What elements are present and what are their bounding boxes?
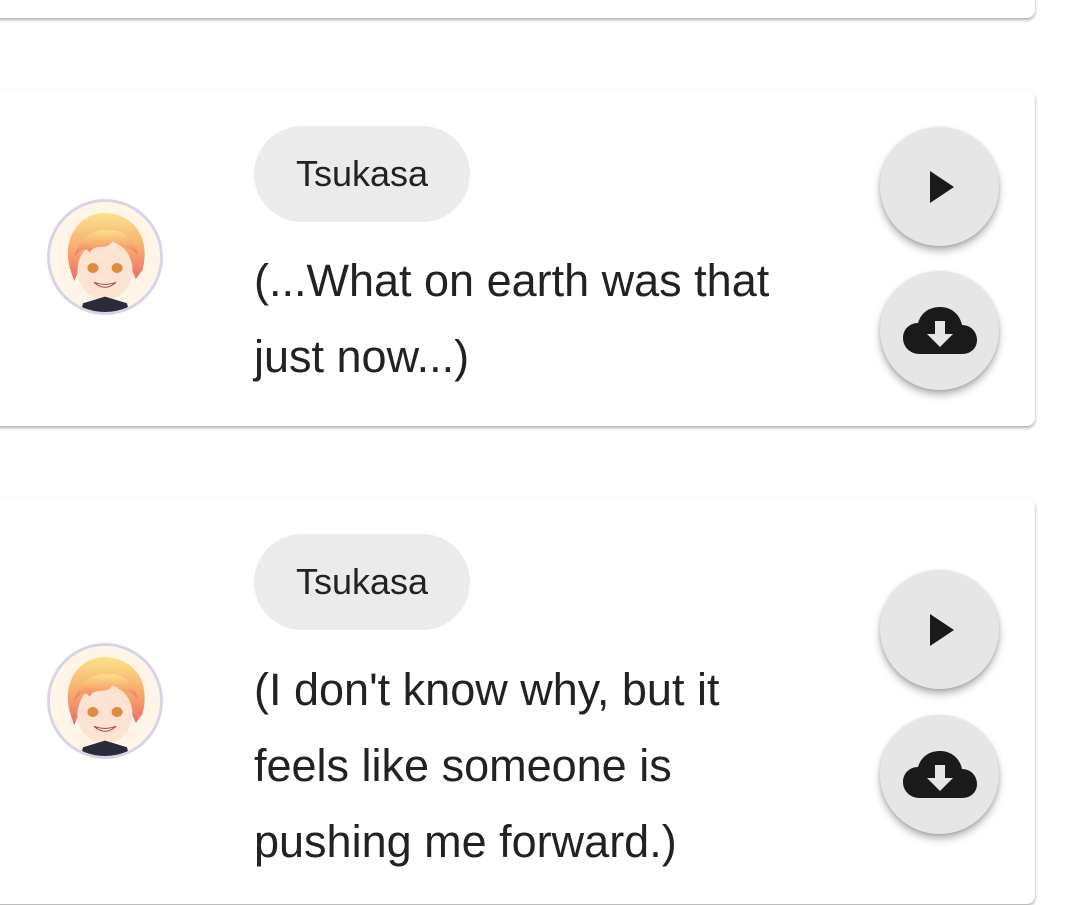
message-card: Tsukasa (...What on earth was that just … [0,90,1035,426]
previous-message-card [0,0,1035,18]
play-button[interactable] [880,127,999,246]
avatar [47,199,163,315]
avatar [47,643,163,759]
download-button[interactable] [880,271,999,390]
cloud-download-icon [902,306,977,354]
play-icon [929,170,954,203]
download-button[interactable] [880,715,999,834]
cloud-download-icon [902,750,977,798]
speaker-name-chip: Tsukasa [254,534,470,630]
dialogue-text: (I don't know why, but it feels like som… [254,664,720,867]
character-avatar-icon [50,202,160,312]
character-avatar-icon [50,646,160,756]
dialogue-text: (...What on earth was that just now...) [254,255,770,382]
speaker-name-chip: Tsukasa [254,126,470,222]
message-card: Tsukasa (I don't know why, but it feels … [0,498,1035,904]
play-icon [929,613,954,646]
play-button[interactable] [880,570,999,689]
